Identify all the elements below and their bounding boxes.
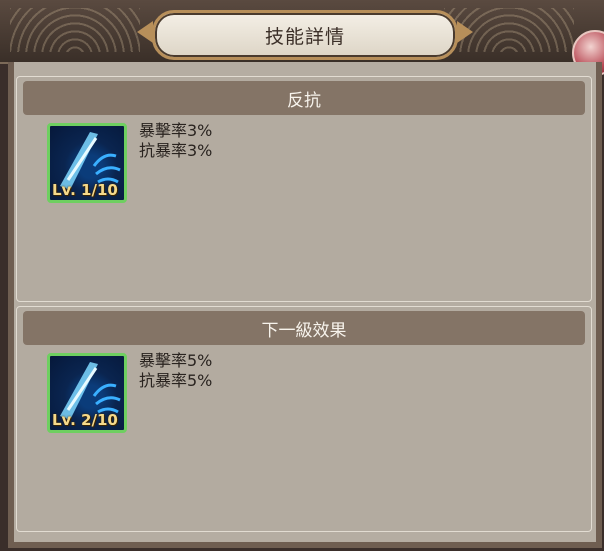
skill-level-label: Lv. 2/10 [52,411,118,429]
next-level-section: 下一級效果 Lv. 2/10 暴擊率5% 抗暴率5% [16,306,592,532]
skill-icon: Lv. 2/10 [47,353,127,433]
effect-line: 抗暴率3% [139,141,213,160]
title-plate: 技能詳情 [137,10,458,60]
current-skill-section: 反抗 Lv. 1/10 暴擊率3% 抗暴率3% [16,76,592,302]
dialog-header: 技能詳情 [0,0,604,64]
skill-effects: 暴擊率5% 抗暴率5% [139,351,212,391]
skill-effects: 暴擊率3% 抗暴率3% [139,121,212,161]
header-ornament-left [10,8,140,52]
skill-icon: Lv. 1/10 [47,123,127,203]
effect-line: 抗暴率5% [139,371,213,390]
dialog-title: 技能詳情 [264,25,345,48]
section-header-next: 下一級效果 [23,311,585,345]
effect-line: 暴擊率5% [139,351,213,370]
skill-level-label: Lv. 1/10 [52,181,118,199]
effect-line: 暴擊率3% [139,121,213,140]
section-header-current: 反抗 [23,81,585,115]
